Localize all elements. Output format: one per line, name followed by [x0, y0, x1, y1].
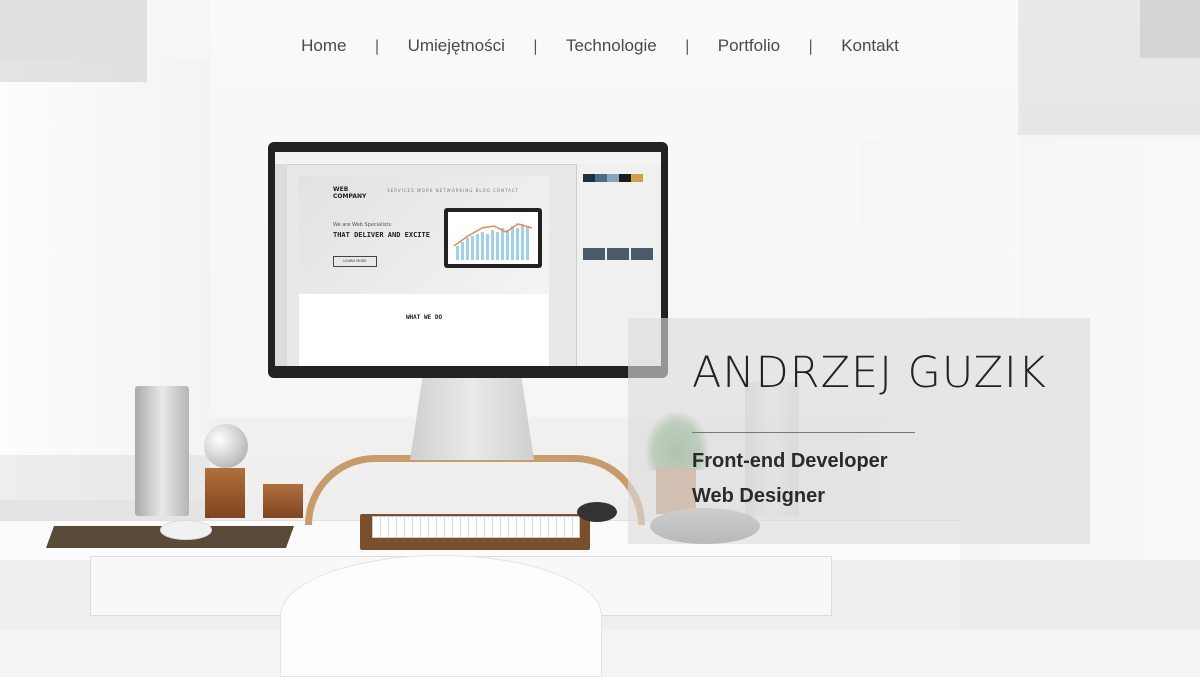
chair	[280, 555, 602, 677]
phone	[577, 502, 617, 522]
hero-info-panel: ANDRZEJ GUZIK Front-end Developer Web De…	[628, 318, 1090, 544]
hero-divider	[692, 432, 915, 433]
hero-role-frontend: Front-end Developer	[692, 450, 888, 472]
nav-link-technologies[interactable]: Technologie	[538, 36, 685, 56]
nav-link-home[interactable]: Home	[273, 36, 374, 56]
mockup-logo-line1: WEB	[333, 186, 349, 193]
mockup-laptop-screen	[448, 212, 538, 264]
main-navigation: Home | Umiejętności | Technologie | Port…	[0, 36, 1200, 56]
monitor-screen: WEB COMPANY SERVICES WORK NETWORKING BLO…	[275, 152, 661, 366]
mockup-laptop	[444, 208, 542, 268]
swatches	[583, 174, 643, 182]
mockup-logo: WEB COMPANY	[333, 186, 366, 200]
lamp-bulb	[204, 424, 248, 468]
layer-thumbnails	[583, 248, 653, 260]
keyboard	[372, 516, 580, 538]
hero-role-designer: Web Designer	[692, 485, 825, 507]
wood-box	[263, 484, 303, 518]
wood-lamp-base	[205, 468, 245, 518]
mockup-nav: SERVICES WORK NETWORKING BLOG CONTACT	[387, 188, 519, 193]
imac-monitor: WEB COMPANY SERVICES WORK NETWORKING BLO…	[268, 142, 668, 378]
nav-link-portfolio[interactable]: Portfolio	[690, 36, 808, 56]
mockup-headline: THAT DELIVER AND EXCITE	[333, 231, 430, 239]
nav-link-skills[interactable]: Umiejętności	[380, 36, 533, 56]
speaker-left	[135, 386, 189, 516]
design-canvas: WEB COMPANY SERVICES WORK NETWORKING BLO…	[299, 176, 549, 366]
mockup-logo-line2: COMPANY	[333, 193, 367, 200]
mockup-hero: WEB COMPANY SERVICES WORK NETWORKING BLO…	[299, 176, 549, 294]
mockup-tagline-small: We are Web Specialists	[333, 222, 392, 228]
mouse	[160, 520, 212, 540]
photoshop-toolbar	[275, 164, 287, 366]
monitor-stand	[410, 378, 534, 460]
mockup-section-title: WHAT WE DO	[405, 314, 443, 321]
hero-name: ANDRZEJ GUZIK	[692, 348, 1047, 398]
mockup-button-label: LEARN MORE	[343, 259, 367, 263]
mockup-button: LEARN MORE	[333, 256, 377, 267]
nav-link-contact[interactable]: Kontakt	[813, 36, 927, 56]
mockup-chart-image	[448, 212, 538, 264]
